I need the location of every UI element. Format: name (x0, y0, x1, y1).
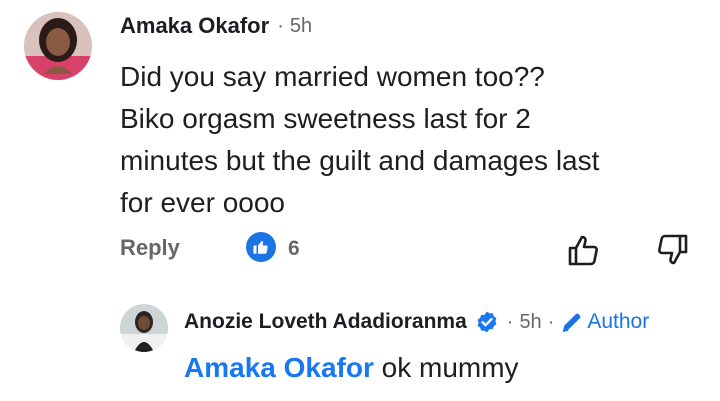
comment-line: minutes but the guilt and damages last (120, 145, 600, 176)
like-icon[interactable] (246, 232, 276, 262)
meta-separator: · (547, 310, 555, 333)
reply-header: Anozie Loveth Adadioranma · 5h · Author (184, 309, 649, 335)
comment-line: for ever oooo (120, 187, 285, 218)
author-badge: Author (560, 310, 649, 334)
comment-timestamp[interactable]: 5h (290, 15, 312, 38)
reply-timestamp[interactable]: 5h (519, 311, 541, 334)
reply-text: Amaka Okafor ok mummy (184, 352, 519, 384)
verified-icon (475, 310, 499, 334)
reply-author-name[interactable]: Anozie Loveth Adadioranma (184, 310, 467, 334)
comment-author-name[interactable]: Amaka Okafor (120, 13, 269, 39)
thumbs-up-icon[interactable] (566, 232, 602, 268)
meta-separator: · (506, 310, 514, 333)
comment-text: Did you say married women too?? Biko org… (120, 56, 690, 224)
reply-author-avatar[interactable] (120, 304, 168, 352)
thumbs-down-icon[interactable] (654, 232, 690, 268)
mention-link[interactable]: Amaka Okafor (184, 352, 374, 383)
comment-actions: Reply 6 (120, 232, 720, 272)
meta-separator: · (277, 14, 284, 37)
comment-author-avatar[interactable] (24, 12, 92, 80)
like-count[interactable]: 6 (288, 237, 300, 261)
pencil-icon (560, 310, 584, 334)
reply-button[interactable]: Reply (120, 235, 180, 261)
author-badge-label: Author (587, 310, 650, 333)
avatar-image (24, 12, 92, 80)
comment-header: Amaka Okafor · 5h (120, 12, 312, 40)
reply-message: ok mummy (381, 352, 519, 383)
comment-line: Did you say married women too?? (120, 61, 545, 92)
comment-line: Biko orgasm sweetness last for 2 (120, 103, 531, 134)
avatar-image (120, 304, 168, 352)
